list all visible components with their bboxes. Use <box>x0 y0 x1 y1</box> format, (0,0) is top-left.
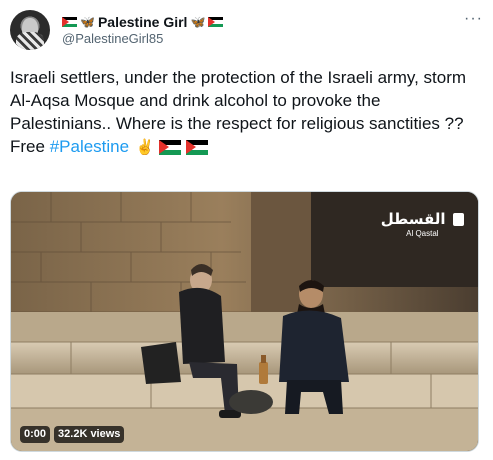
video-timestamp: 0:00 <box>20 426 51 443</box>
channel-name-english: Al Qastal <box>406 229 439 238</box>
butterfly-icon: 🦋 <box>80 15 95 29</box>
palestine-flag-icon <box>208 17 224 27</box>
avatar-scarf <box>16 32 44 50</box>
author-handle[interactable]: @PalestineGirl85 <box>62 31 163 47</box>
more-icon[interactable]: ··· <box>464 10 483 28</box>
tweet-text: Israeli settlers, under the protection o… <box>10 66 485 159</box>
video-overlay: 0:00 32.2K views <box>20 426 125 443</box>
channel-logo-icon <box>453 213 464 227</box>
palestine-flag-icon <box>185 140 208 155</box>
video-player[interactable]: القسطل Al Qastal 0:00 32.2K views <box>10 191 479 452</box>
butterfly-icon: 🦋 <box>190 15 206 29</box>
author-name-row[interactable]: 🦋 Palestine Girl 🦋 <box>62 13 224 31</box>
tweet-free-line: Free #Palestine ✌️ <box>10 135 485 159</box>
tweet-card[interactable]: 🦋 Palestine Girl 🦋 @PalestineGirl85 ··· … <box>0 0 493 460</box>
channel-name-arabic: القسطل <box>380 210 446 228</box>
hashtag-link[interactable]: #Palestine <box>50 137 129 156</box>
author-display-name[interactable]: Palestine Girl <box>98 13 187 31</box>
free-prefix: Free <box>10 137 45 156</box>
palestine-flag-icon <box>159 140 182 155</box>
avatar[interactable] <box>10 10 50 50</box>
tweet-body: Israeli settlers, under the protection o… <box>10 68 467 133</box>
palestine-flag-icon <box>62 17 77 27</box>
video-views: 32.2K views <box>54 426 125 443</box>
channel-watermark: القسطل Al Qastal <box>381 210 464 239</box>
peace-sign-icon: ✌️ <box>135 139 155 157</box>
